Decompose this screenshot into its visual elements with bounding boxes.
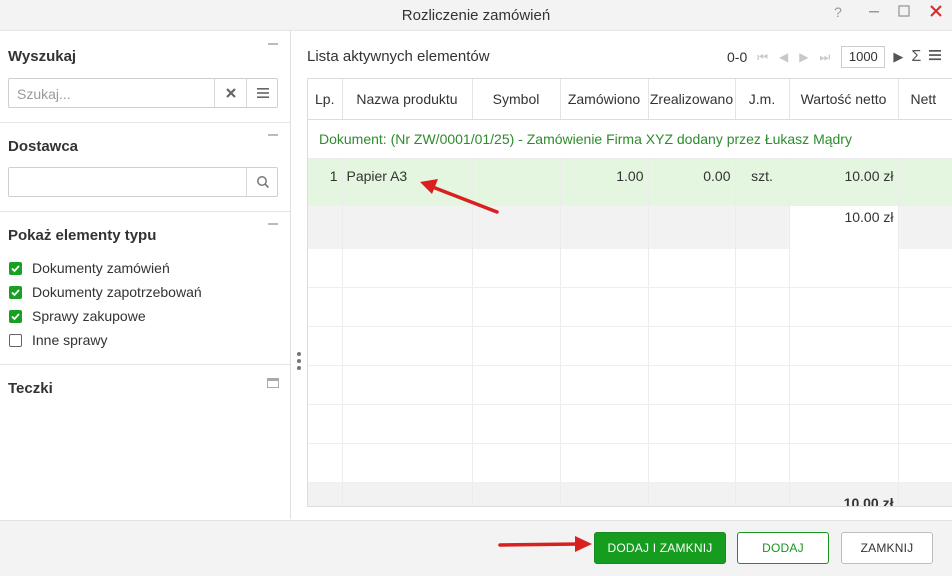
prev-page-icon[interactable]: ◀	[779, 50, 788, 64]
pager-range: 0-0	[727, 49, 748, 65]
empty-row	[308, 404, 952, 444]
document-group-label: Dokument: (Nr ZW/0001/01/25) - Zamówieni…	[308, 119, 952, 159]
checkbox-checked-icon[interactable]	[9, 261, 22, 275]
checkbox-unchecked-icon[interactable]	[9, 333, 22, 347]
grid-header: Lp. Nazwa produktu Symbol Zamówiono Zrea…	[308, 79, 952, 120]
collapse-icon[interactable]	[268, 43, 278, 45]
column-header-ordered[interactable]: Zamówiono	[560, 79, 649, 120]
pager: 0-0 ⏮ ◀ ▶ ⏭ 1000 ▶ Σ	[727, 45, 942, 69]
last-page-icon[interactable]: ⏭	[820, 50, 831, 65]
list-panel: Lista aktywnych elementów 0-0 ⏮ ◀ ▶ ⏭ 10…	[291, 31, 952, 519]
column-header-lp[interactable]: Lp.	[308, 79, 343, 120]
checkbox-checked-icon[interactable]	[9, 309, 22, 323]
column-header-realized[interactable]: Zrealizowano	[648, 79, 736, 120]
column-header-net-value[interactable]: Wartość netto	[789, 79, 899, 120]
title-bar: Rozliczenie zamówień ?	[0, 0, 952, 31]
folders-section-title: Teczki	[8, 380, 53, 397]
search-box	[8, 78, 278, 108]
annotation-arrow-icon	[420, 179, 499, 214]
search-input[interactable]	[15, 84, 209, 104]
annotation-arrow-icon	[498, 536, 592, 552]
menu-icon[interactable]	[246, 79, 279, 107]
sum-icon[interactable]: Σ	[911, 48, 921, 66]
list-title: Lista aktywnych elementów	[307, 48, 490, 65]
cell-realized: 0.00	[648, 158, 736, 206]
types-section-title: Pokaż elementy typu	[8, 227, 157, 244]
items-grid: Lp. Nazwa produktu Symbol Zamówiono Zrea…	[307, 78, 952, 507]
filter-checkbox-requisitions[interactable]: Dokumenty zapotrzebowań	[9, 282, 202, 302]
empty-row	[308, 443, 952, 483]
checkbox-checked-icon[interactable]	[9, 285, 22, 299]
empty-row	[308, 365, 952, 405]
checkbox-label: Dokumenty zamówień	[32, 260, 170, 276]
maximize-icon[interactable]	[894, 4, 914, 22]
menu-icon[interactable]	[929, 48, 942, 66]
cell-unit: szt.	[735, 158, 790, 206]
supplier-box	[8, 167, 278, 197]
supplier-section-title: Dostawca	[8, 138, 79, 155]
close-icon[interactable]	[926, 3, 946, 23]
column-header-symbol[interactable]: Symbol	[472, 79, 561, 120]
window-title: Rozliczenie zamówień	[401, 7, 551, 24]
clear-icon[interactable]	[214, 79, 247, 107]
column-header-product-name[interactable]: Nazwa produktu	[342, 79, 473, 120]
search-section: Wyszukaj	[0, 31, 290, 123]
help-icon[interactable]: ?	[828, 4, 848, 20]
filter-checkbox-other-cases[interactable]: Inne sprawy	[9, 330, 107, 350]
checkbox-label: Sprawy zakupowe	[32, 308, 146, 324]
page-size-input[interactable]: 1000	[841, 46, 886, 68]
grand-total-value: 10.00 zł	[789, 482, 899, 506]
filter-checkbox-orders[interactable]: Dokumenty zamówień	[9, 258, 170, 278]
minimize-icon[interactable]	[864, 4, 884, 22]
first-page-icon[interactable]: ⏮	[757, 50, 768, 65]
cell-net-value: 10.00 zł	[789, 158, 899, 206]
collapse-icon[interactable]	[268, 134, 278, 136]
dialog-footer: DODAJ I ZAMKNIJ DODAJ ZAMKNIJ	[0, 520, 952, 576]
empty-row	[308, 326, 952, 366]
collapse-icon[interactable]	[268, 223, 278, 225]
expand-icon[interactable]	[267, 375, 279, 393]
supplier-section: Dostawca	[0, 123, 290, 212]
document-group-row[interactable]: Dokument: (Nr ZW/0001/01/25) - Zamówieni…	[308, 119, 952, 159]
empty-row	[308, 287, 952, 327]
folders-section: Teczki	[0, 365, 290, 425]
grand-total-row: 10.00 zł	[308, 482, 952, 506]
types-section: Pokaż elementy typu Dokumenty zamówień D…	[0, 212, 290, 365]
close-button[interactable]: ZAMKNIJ	[841, 532, 933, 564]
column-header-net[interactable]: Nett	[898, 79, 952, 120]
search-section-title: Wyszukaj	[8, 48, 77, 65]
checkbox-label: Dokumenty zapotrzebowań	[32, 284, 202, 300]
search-icon[interactable]	[246, 168, 279, 196]
group-subtotal-value: 10.00 zł	[789, 206, 899, 249]
next-page-icon[interactable]: ▶	[799, 50, 808, 64]
filter-panel: Wyszukaj Dostawca Pokaż elementy typu Do…	[0, 31, 291, 519]
cell-ordered: 1.00	[560, 158, 649, 206]
cell-net	[898, 158, 952, 206]
cell-lp: 1	[308, 158, 343, 206]
add-and-close-button[interactable]: DODAJ I ZAMKNIJ	[594, 532, 726, 564]
supplier-input[interactable]	[15, 173, 209, 193]
filter-checkbox-purchase-cases[interactable]: Sprawy zakupowe	[9, 306, 146, 326]
checkbox-label: Inne sprawy	[32, 332, 108, 348]
empty-row	[308, 249, 952, 288]
page-size-dropdown-icon[interactable]: ▶	[893, 49, 903, 65]
column-header-unit[interactable]: J.m.	[735, 79, 790, 120]
add-button[interactable]: DODAJ	[737, 532, 829, 564]
